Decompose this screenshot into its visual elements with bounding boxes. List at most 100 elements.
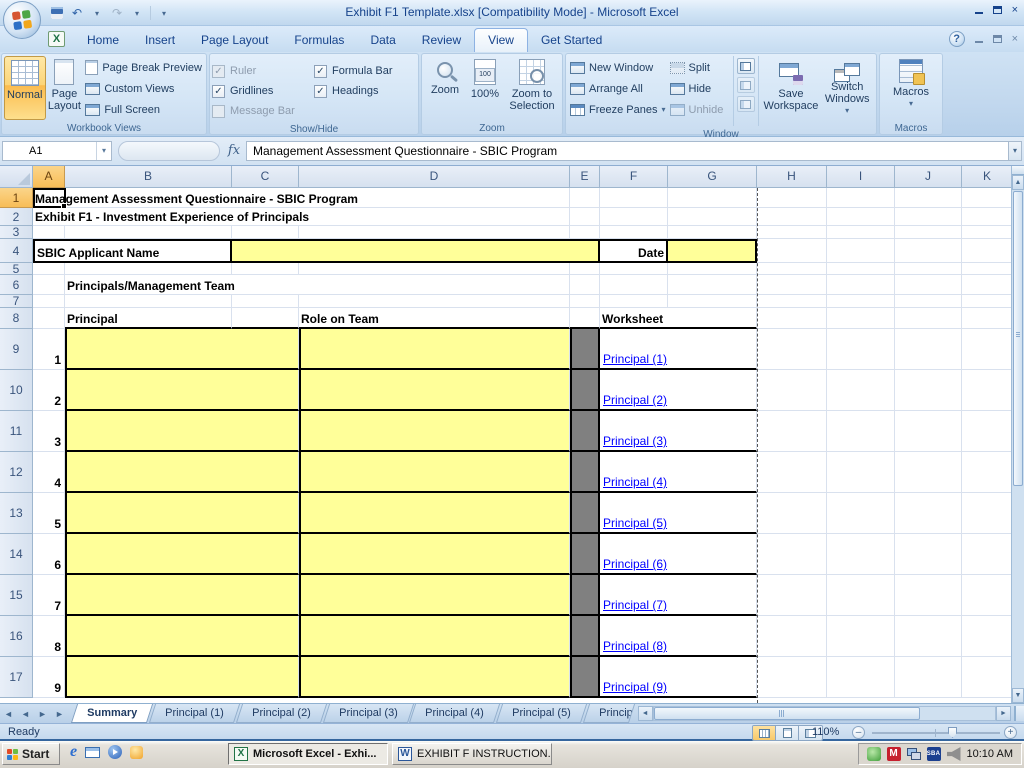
cell-worksheet-link[interactable]: Principal (3) [600, 411, 757, 452]
cell[interactable] [827, 534, 895, 575]
col-header-H[interactable]: H [757, 166, 827, 188]
cell[interactable] [895, 295, 962, 308]
workbook-close-icon[interactable]: × [1012, 33, 1018, 45]
col-header-K[interactable]: K [962, 166, 1013, 188]
name-box[interactable]: A1 ▾ [2, 141, 112, 161]
cell[interactable] [962, 411, 1013, 452]
cell-principal-name-input[interactable] [65, 329, 299, 370]
row-header-14[interactable]: 14 [0, 534, 33, 575]
row-header-13[interactable]: 13 [0, 493, 33, 534]
cell[interactable] [962, 452, 1013, 493]
cell-principal-num[interactable]: 7 [33, 575, 65, 616]
cell[interactable] [668, 275, 757, 295]
cell-principal-num[interactable]: 5 [33, 493, 65, 534]
cell[interactable] [962, 188, 1013, 208]
page-layout-view-button[interactable]: Page Layout [46, 56, 84, 120]
sheet-tab-principal-5[interactable]: Principal (5) [496, 704, 587, 723]
cell[interactable] [895, 275, 962, 295]
cell-worksheet-link[interactable]: Principal (9) [600, 657, 757, 698]
principal-link[interactable]: Principal (4) [603, 475, 667, 489]
cell[interactable] [827, 188, 895, 208]
cell[interactable] [757, 616, 827, 657]
normal-view-button[interactable]: Normal [4, 56, 46, 120]
mail-icon[interactable] [85, 747, 100, 758]
cell[interactable] [600, 208, 668, 226]
page-break-preview-button[interactable]: Page Break Preview [83, 57, 204, 78]
formula-bar-checkbox[interactable]: ✓ Formula Bar [314, 61, 393, 81]
cell[interactable] [757, 657, 827, 698]
restore-icon[interactable] [993, 6, 1002, 14]
vertical-scroll-thumb[interactable] [1013, 191, 1023, 486]
cell[interactable] [962, 275, 1013, 295]
cell[interactable] [600, 295, 668, 308]
cell[interactable] [827, 239, 895, 263]
cell[interactable] [827, 308, 895, 329]
gridlines-checkbox[interactable]: ✓ Gridlines [212, 81, 314, 101]
tab-formulas[interactable]: Formulas [281, 29, 357, 52]
cell-principal-name-input[interactable] [65, 493, 299, 534]
col-header-G[interactable]: G [668, 166, 757, 188]
col-header-A[interactable]: A [33, 166, 65, 188]
start-button[interactable]: Start [2, 743, 60, 765]
row-header-15[interactable]: 15 [0, 575, 33, 616]
tab-get-started[interactable]: Get Started [528, 29, 615, 52]
row-header-11[interactable]: 11 [0, 411, 33, 452]
cell-section-title[interactable]: Principals/Management Team [65, 275, 570, 295]
cell-principal-name-input[interactable] [65, 411, 299, 452]
cell-role-input[interactable] [299, 329, 570, 370]
cell[interactable] [600, 226, 668, 239]
sheet-tab-principal-3[interactable]: Principal (3) [322, 704, 413, 723]
cell[interactable] [757, 295, 827, 308]
col-header-E[interactable]: E [570, 166, 600, 188]
last-sheet-icon[interactable]: ► [51, 704, 68, 723]
cell-worksheet-link[interactable]: Principal (8) [600, 616, 757, 657]
row-header-5[interactable]: 5 [0, 263, 33, 275]
row-header-7[interactable]: 7 [0, 295, 33, 308]
insert-function-button[interactable]: fx [224, 141, 244, 161]
cell[interactable] [757, 575, 827, 616]
select-all-corner[interactable] [0, 166, 33, 188]
scroll-down-icon[interactable]: ▼ [1012, 688, 1024, 703]
tray-sba-icon[interactable]: SBA [927, 747, 941, 761]
cell-principal-num[interactable]: 3 [33, 411, 65, 452]
cell[interactable] [570, 308, 600, 329]
split-handle[interactable] [1012, 166, 1024, 175]
cell[interactable] [895, 411, 962, 452]
cell-applicant-name-label[interactable]: SBIC Applicant Name [33, 239, 232, 263]
cell-principal-num[interactable]: 9 [33, 657, 65, 698]
principal-link[interactable]: Principal (9) [603, 680, 667, 694]
cell[interactable] [827, 226, 895, 239]
horizontal-scrollbar[interactable]: ◄ ► [638, 704, 1024, 723]
col-header-B[interactable]: B [65, 166, 232, 188]
cell-principal-name-input[interactable] [65, 575, 299, 616]
cell-principal-name-input[interactable] [65, 370, 299, 411]
cell[interactable] [962, 575, 1013, 616]
cell[interactable] [827, 275, 895, 295]
cell[interactable] [33, 263, 65, 275]
cell-header-principal[interactable]: Principal [65, 308, 232, 329]
cell-principal-name-input[interactable] [65, 657, 299, 698]
cell-date-input[interactable] [668, 239, 757, 263]
cell-worksheet-link[interactable]: Principal (2) [600, 370, 757, 411]
principal-link[interactable]: Principal (8) [603, 639, 667, 653]
sheet-tab-principal-1[interactable]: Principal (1) [149, 704, 240, 723]
cell[interactable] [757, 239, 827, 263]
cell[interactable] [827, 329, 895, 370]
cell-principal-name-input[interactable] [65, 452, 299, 493]
cell[interactable] [33, 226, 65, 239]
cell-role-input[interactable] [299, 411, 570, 452]
cell-A2[interactable]: Exhibit F1 - Investment Experience of Pr… [33, 208, 570, 226]
row-header-16[interactable]: 16 [0, 616, 33, 657]
cell[interactable] [757, 534, 827, 575]
cell-role-input[interactable] [299, 575, 570, 616]
cell-role-input[interactable] [299, 452, 570, 493]
taskbar-button-word[interactable]: W EXHIBIT F INSTRUCTION... [392, 743, 552, 765]
tab-insert[interactable]: Insert [132, 29, 188, 52]
vertical-scrollbar[interactable]: ▲ ▼ [1011, 166, 1024, 703]
cell[interactable] [668, 226, 757, 239]
office-button[interactable] [3, 1, 41, 39]
cell-worksheet-link[interactable]: Principal (5) [600, 493, 757, 534]
normal-view-shortcut[interactable] [753, 726, 776, 740]
zoom-slider-track[interactable] [872, 732, 1000, 734]
principal-link[interactable]: Principal (6) [603, 557, 667, 571]
